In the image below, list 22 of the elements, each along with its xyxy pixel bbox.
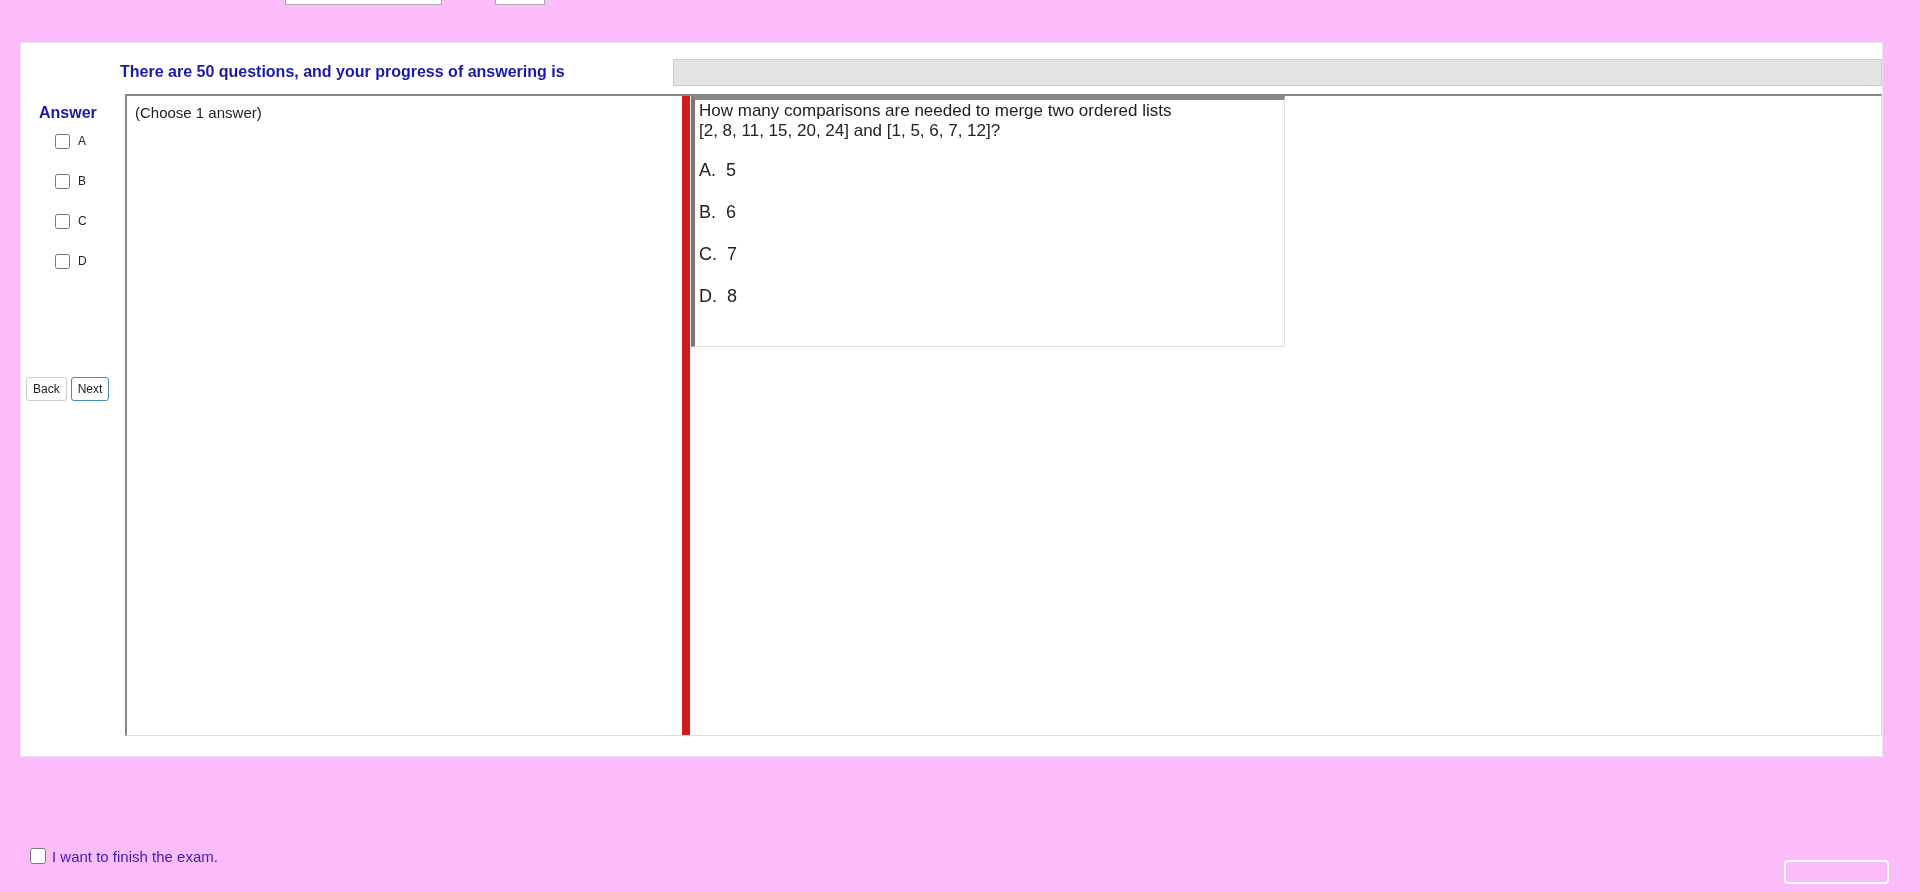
answer-heading: Answer <box>39 104 98 122</box>
answer-checkbox[interactable] <box>55 133 70 149</box>
splitter-handle[interactable] <box>682 96 690 735</box>
nav-button[interactable]: Next <box>70 377 110 401</box>
finish-checkbox[interactable] <box>30 848 46 864</box>
instruction-text: (Choose 1 answer) <box>135 104 262 121</box>
option-label: C <box>78 214 87 228</box>
progress-text: There are 50 questions, and your progress of answering is <box>120 63 566 81</box>
choice-text: C. 7 <box>699 244 738 267</box>
question-text: [2, 8, 11, 15, 20, 24] and [1, 5, 6, 7, 12]? <box>699 120 1002 141</box>
option-label: D <box>78 254 87 268</box>
finish-label: I want to finish the exam. <box>52 847 218 865</box>
option-label: A <box>78 134 86 148</box>
answer-checkbox[interactable] <box>55 173 70 189</box>
nav-button[interactable]: Back <box>26 377 67 401</box>
choice-text: D. 8 <box>699 286 738 309</box>
option-label: B <box>78 174 86 188</box>
choice-text: B. 6 <box>699 202 738 225</box>
answer-checkbox[interactable] <box>55 213 70 229</box>
question-text: How many comparisons are needed to merge two ordered lists <box>699 101 1173 121</box>
choice-text: A. 5 <box>699 160 738 183</box>
answer-checkbox[interactable] <box>55 253 70 269</box>
